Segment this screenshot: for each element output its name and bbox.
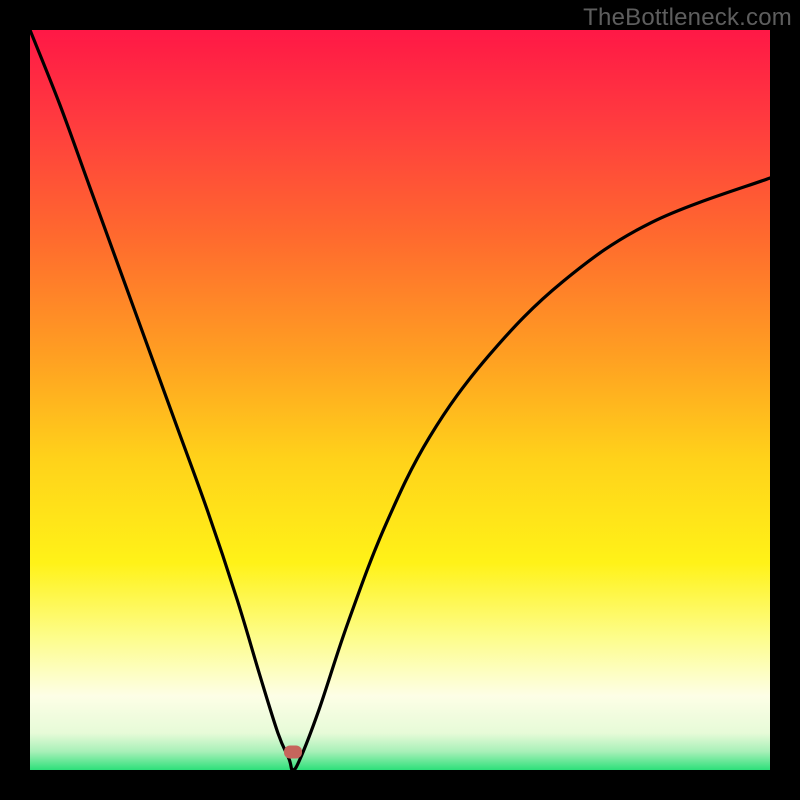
- chart-frame: TheBottleneck.com: [0, 0, 800, 800]
- bottleneck-curve: [30, 30, 770, 770]
- optimal-marker: [284, 745, 302, 758]
- plot-area: [30, 30, 770, 770]
- watermark-text: TheBottleneck.com: [583, 4, 792, 32]
